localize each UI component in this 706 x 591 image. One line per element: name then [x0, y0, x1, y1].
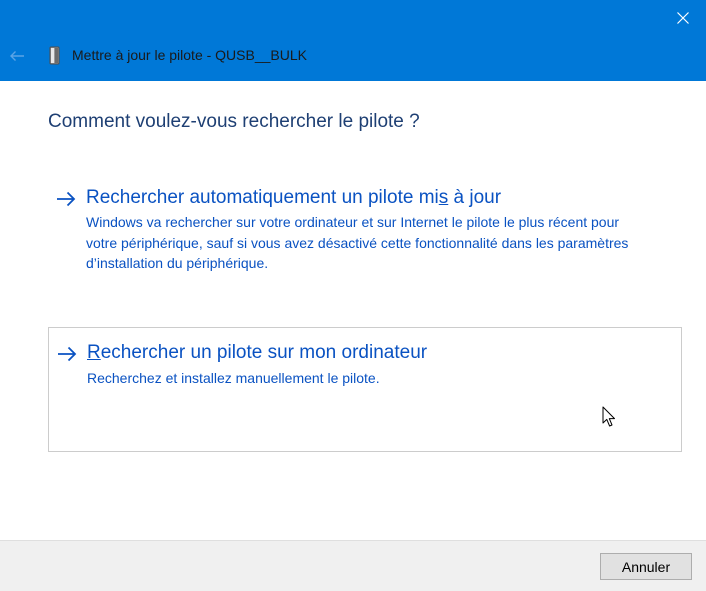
arrow-right-icon — [58, 346, 77, 362]
title-bar: Mettre à jour le pilote - QUSB__BULK — [0, 0, 706, 81]
option-description: Recherchez et installez manuellement le … — [87, 370, 380, 386]
accelerator-key: R — [87, 342, 101, 363]
accelerator-key: s — [438, 187, 449, 208]
close-button[interactable] — [660, 0, 706, 36]
cancel-button[interactable]: Annuler — [600, 553, 692, 580]
option-description: Windows va rechercher sur votre ordinate… — [86, 214, 629, 271]
page-question: Comment voulez-vous rechercher le pilote… — [48, 111, 420, 132]
back-button[interactable] — [6, 44, 28, 68]
option-title: Rechercher automatiquement un pilote mis… — [86, 187, 502, 208]
back-arrow-icon — [10, 51, 24, 61]
usb-device-icon — [49, 46, 60, 65]
search-automatically-option[interactable]: Rechercher automatiquement un pilote mis… — [48, 176, 682, 286]
browse-computer-option[interactable]: Rechercher un pilote sur mon ordinateur … — [48, 327, 682, 452]
close-icon — [677, 12, 689, 24]
mouse-pointer-icon — [602, 406, 615, 427]
dialog-footer: Annuler — [0, 540, 706, 591]
option-title: Rechercher un pilote sur mon ordinateur — [87, 342, 428, 363]
window-title: Mettre à jour le pilote - QUSB__BULK — [72, 47, 307, 63]
arrow-right-icon — [57, 191, 76, 207]
